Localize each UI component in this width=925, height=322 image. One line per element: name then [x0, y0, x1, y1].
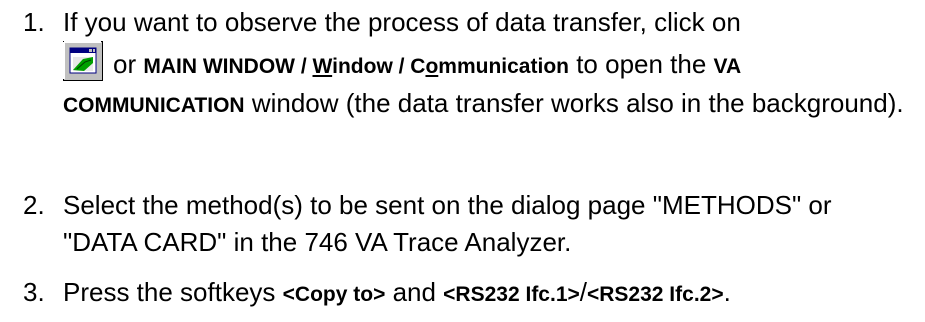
communication-label: COMMUNICATION — [63, 94, 245, 117]
communication-window-icon[interactable] — [63, 41, 103, 81]
step-1-rest: window (the data transfer works also in … — [244, 88, 904, 118]
or-word: or — [113, 49, 137, 79]
step-number: 2. — [23, 190, 45, 220]
step-number: 1. — [23, 7, 45, 37]
step-text: Select the method(s) to be sent on the d… — [63, 190, 832, 257]
va-label: VA — [713, 55, 742, 78]
step-3: 3. Press the softkeys <Copy to> and <RS2… — [0, 274, 925, 313]
instruction-list: 1. If you want to observe the process of… — [0, 0, 925, 307]
menu-path: MAIN WINDOW / Window / Communication — [143, 55, 569, 78]
step-text: If you want to observe the process of da… — [63, 4, 915, 124]
to-open-text: to open the — [568, 49, 714, 79]
step-number: 3. — [23, 277, 45, 307]
rs232-ifc1-softkey: <RS232 Ifc.1> — [443, 283, 580, 306]
copy-to-softkey: <Copy to> — [282, 283, 386, 306]
step-1: 1. If you want to observe the process of… — [0, 4, 925, 168]
step-2: 2. Select the method(s) to be sent on th… — [0, 187, 925, 261]
rs232-ifc2-softkey: <RS232 Ifc.2> — [587, 283, 724, 306]
step-text: Press the softkeys <Copy to> and <RS232 … — [63, 277, 731, 307]
step-1-line-1: If you want to observe the process of da… — [63, 7, 741, 37]
